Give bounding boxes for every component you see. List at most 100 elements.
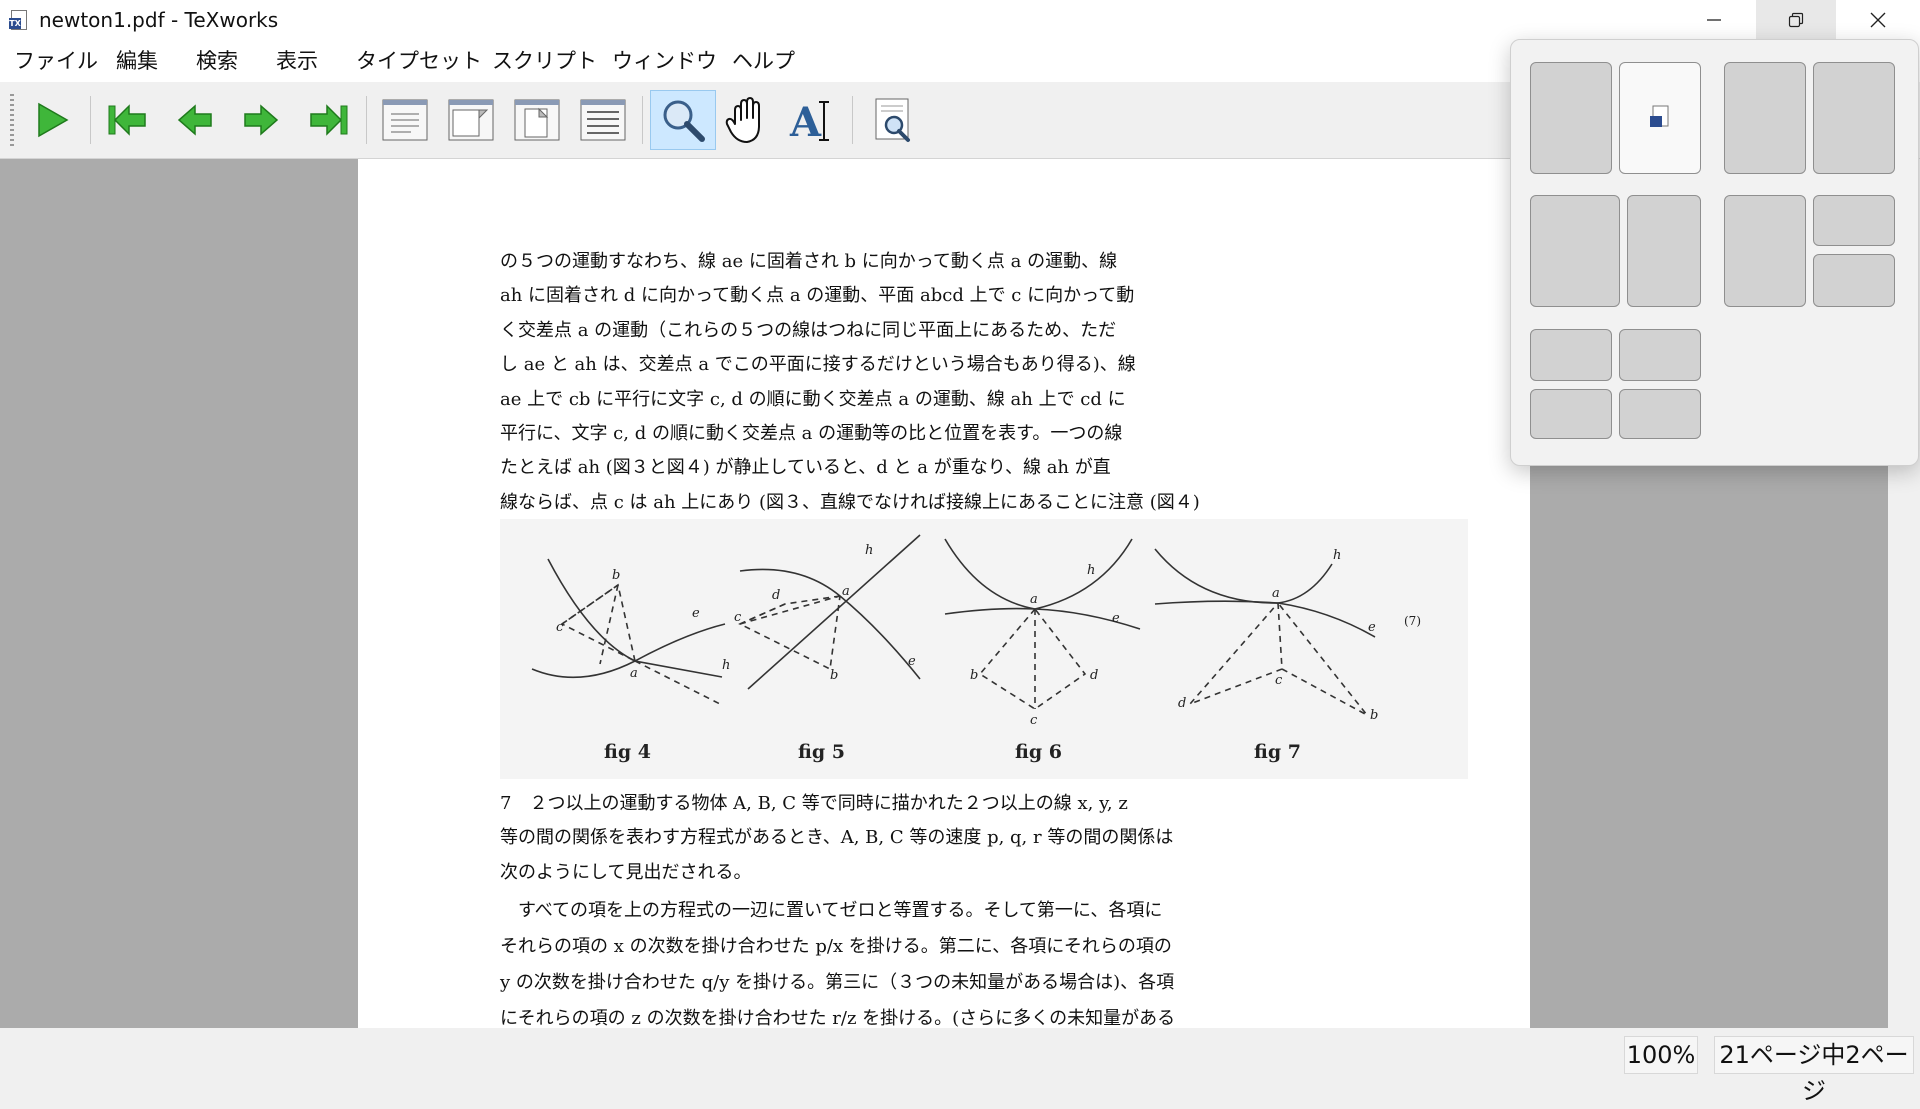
find-button[interactable] [862,90,924,150]
svg-text:d: d [772,588,780,603]
toolbar-separator [366,96,367,144]
menu-scripts[interactable]: スクリプト [492,45,597,75]
fit-width-icon [448,99,494,141]
snap-zone[interactable] [1530,329,1612,381]
paragraph-3: すべての項を上の方程式の一辺に置いてゼロと等置する。そして第一に、各項に それら… [500,893,1236,1028]
svg-text:a: a [842,584,850,599]
fit-content-button[interactable] [572,90,634,150]
svg-text:c: c [1030,713,1038,728]
status-bar: 100% 21ページ中2ページ [0,1028,1920,1105]
select-text-icon: A [789,99,829,144]
fit-content-icon [580,99,626,141]
title-bar[interactable]: TX newton1.pdf - TeXworks [0,0,1920,40]
figure-caption: fig 4 [604,741,651,763]
svg-text:d: d [1178,696,1186,711]
fit-width-button[interactable] [440,90,502,150]
snap-zone[interactable] [1619,329,1701,381]
svg-text:h: h [722,658,730,673]
snap-zone[interactable] [1530,62,1612,174]
fit-page-button[interactable] [506,90,568,150]
minimize-button[interactable] [1674,0,1754,40]
figure-caption: fig 6 [1015,741,1062,763]
svg-text:e: e [1368,620,1376,635]
fit-page-icon [514,99,560,141]
first-page-button[interactable] [96,90,158,150]
text-line: すべての項を上の方程式の一辺に置いてゼロと等置する。そして第一に、各項に [500,900,1163,921]
close-button[interactable] [1838,0,1918,40]
svg-text:e: e [908,654,916,669]
menu-search[interactable]: 検索 [196,45,238,75]
menu-file[interactable]: ファイル [14,45,98,75]
menu-window[interactable]: ウィンドウ [612,45,717,75]
snap-zone[interactable] [1627,195,1701,307]
svg-text:h: h [1333,548,1341,563]
text-line: 平行に、文字 c, d の順に動く交差点 a の運動等の比と位置を表す。一つの線 [500,423,1123,445]
menu-typeset[interactable]: タイプセット [356,45,482,75]
svg-text:c: c [734,610,742,625]
snap-zone[interactable] [1724,195,1806,307]
toolbar-separator [90,96,91,144]
svg-text:e: e [692,606,700,621]
actual-size-button[interactable] [374,90,436,150]
next-page-button[interactable] [230,90,292,150]
restore-button[interactable] [1756,0,1836,40]
text-line: ae 上で cb に平行に文字 c, d の順に動く交差点 a の運動、線 ah… [500,388,1126,410]
snap-layouts-flyout [1510,39,1919,466]
text-line: 線ならば、点 c は ah 上にあり (図３、直線でなければ接線上にあることに注… [500,491,1200,513]
menu-view[interactable]: 表示 [276,45,318,75]
typeset-button[interactable] [20,90,82,150]
svg-text:h: h [865,543,873,558]
pdf-page[interactable]: の５つの運動すなわち、線 ae に固着され b に向かって動く点 a の運動、線… [358,159,1530,1028]
figure-number: (7) [1404,614,1421,628]
next-page-icon [244,104,279,136]
last-page-button[interactable] [298,90,360,150]
text-line: それらの項の x の次数を掛け合わせた p/x を掛ける。第二に、各項にそれらの… [500,936,1172,957]
scroll-hand-icon [725,97,760,143]
svg-text:c: c [1275,673,1283,688]
text-line: y の次数を掛け合わせた q/y を掛ける。第三に（３つの未知量がある場合は)、… [500,972,1175,993]
svg-text:h: h [1087,563,1095,578]
typeset-run-icon [38,102,69,138]
select-text-button[interactable]: A [782,90,844,150]
menu-help[interactable]: ヘルプ [732,45,795,75]
actual-size-icon [382,99,428,141]
snap-zone[interactable] [1813,195,1895,246]
svg-text:d: d [1090,668,1098,683]
zoom-level[interactable]: 100% [1624,1036,1698,1074]
snap-zone[interactable] [1813,254,1895,307]
figure-caption: fig 5 [798,741,845,763]
minimize-icon [1707,19,1721,21]
snap-zone[interactable] [1530,389,1612,439]
svg-text:b: b [970,668,978,683]
first-page-icon [108,104,146,136]
geometric-figure: b c a e h d c a h e b a h e b d c a h e c d b fig 4 fig 5 f… [500,519,1468,779]
text-line: ah に固着され d に向かって動く点 a の運動、平面 abcd 上で c に… [500,285,1135,307]
svg-text:a: a [1272,586,1280,601]
figure-caption: fig 7 [1254,741,1301,763]
restore-icon [1788,12,1804,28]
snap-zone[interactable] [1813,62,1895,174]
svg-text:b: b [1370,708,1378,723]
scroll-hand-button[interactable] [716,90,778,150]
svg-text:A: A [789,99,822,144]
snap-zone[interactable] [1724,62,1806,174]
find-icon [875,98,910,142]
text-line: たとえば ah (図３と図４) が静止していると、d と a が重なり、線 ah… [500,457,1111,479]
snap-zone-highlighted[interactable] [1619,62,1701,174]
snap-zone[interactable] [1619,389,1701,439]
texworks-app-icon[interactable]: TX [9,9,29,31]
svg-text:a: a [630,666,638,681]
texworks-app-icon [1650,105,1669,127]
svg-text:b: b [830,668,838,683]
window-title: newton1.pdf - TeXworks [39,8,279,32]
previous-page-button[interactable] [164,90,226,150]
magnify-tool-button[interactable] [650,90,716,150]
snap-zone[interactable] [1530,195,1620,307]
last-page-icon [310,104,348,136]
paragraph-1: の５つの運動すなわち、線 ae に固着され b に向かって動く点 a の運動、線… [500,245,1236,520]
figure-drawing: b c a e h d c a h e b a h e b d c a h e c d b [531,534,1378,728]
toolbar-grip[interactable] [10,94,14,146]
page-indicator[interactable]: 21ページ中2ページ [1714,1036,1914,1105]
menu-edit[interactable]: 編集 [116,45,158,75]
text-line: の５つの運動すなわち、線 ae に固着され b に向かって動く点 a の運動、線 [500,251,1118,272]
